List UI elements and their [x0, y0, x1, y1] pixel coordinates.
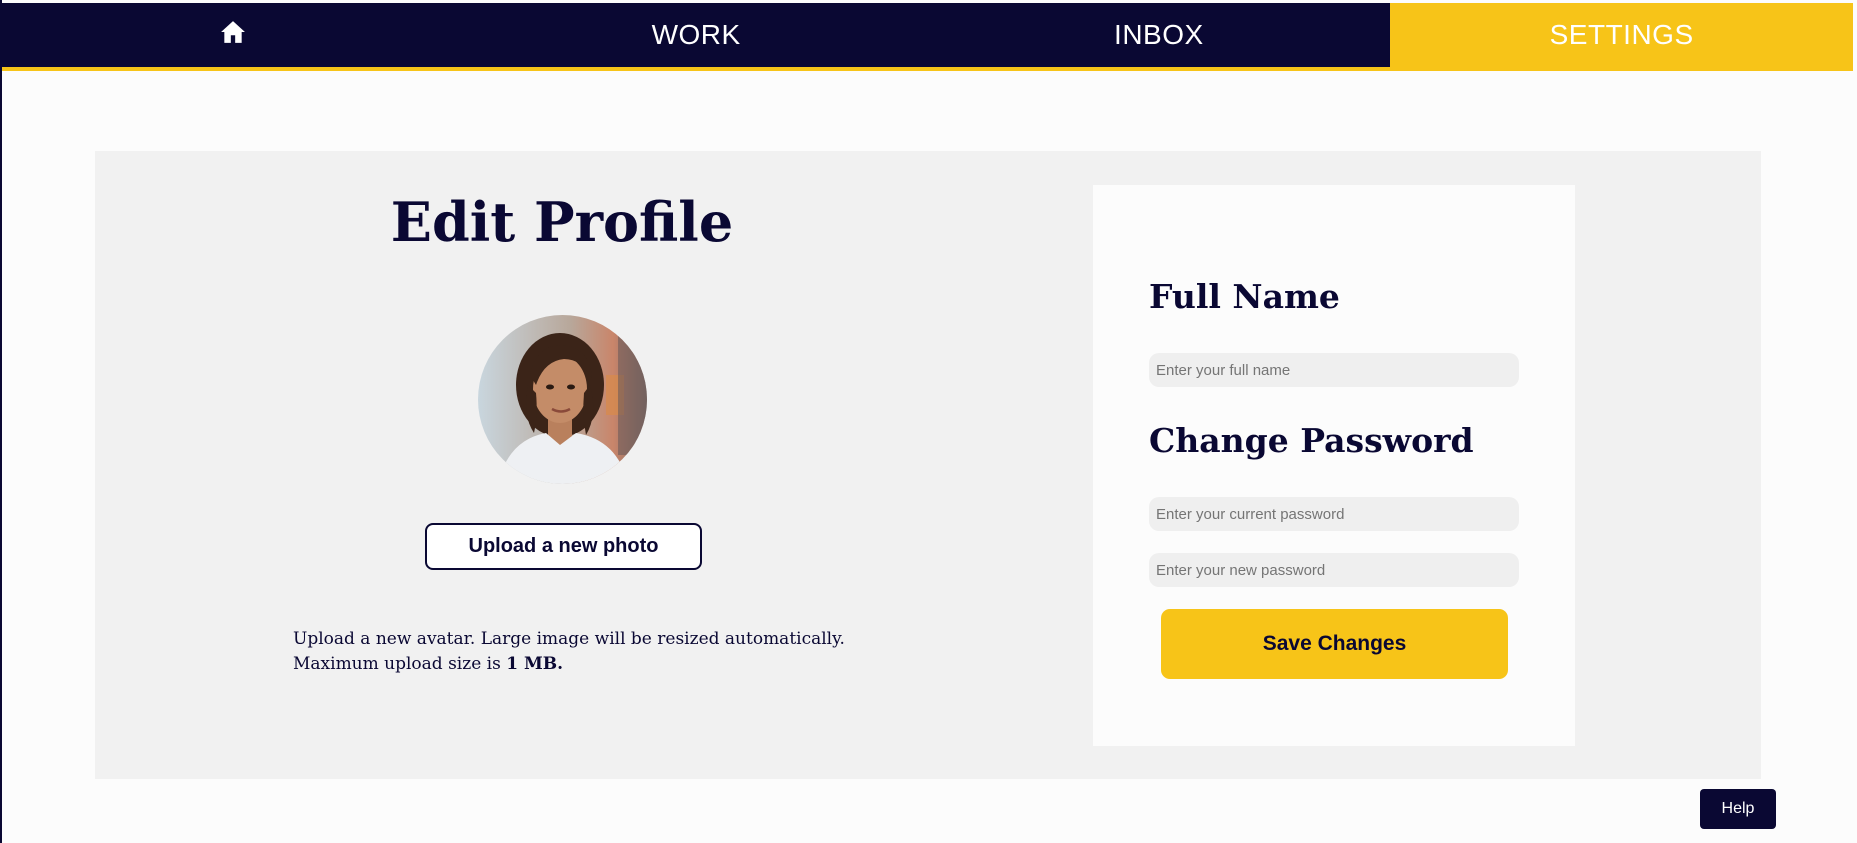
upload-hint: Upload a new avatar. Large image will be… — [293, 627, 913, 677]
page-title: Edit Profile — [390, 190, 734, 254]
nav-home[interactable] — [2, 3, 465, 71]
nav-inbox[interactable]: INBOX — [927, 3, 1391, 71]
full-name-input[interactable] — [1149, 353, 1519, 387]
upload-hint-text: Upload a new avatar. Large image will be… — [293, 629, 845, 649]
home-icon — [220, 19, 246, 52]
nav-settings[interactable]: SETTINGS — [1390, 3, 1853, 71]
change-password-heading: Change Password — [1149, 421, 1474, 460]
upload-size-prefix: Maximum upload size is — [293, 654, 507, 674]
upload-size-value: 1 MB. — [506, 654, 564, 674]
full-name-heading: Full Name — [1149, 277, 1340, 316]
upload-photo-button[interactable]: Upload a new photo — [425, 523, 702, 570]
avatar — [478, 315, 647, 484]
current-password-input[interactable] — [1149, 497, 1519, 531]
new-password-input[interactable] — [1149, 553, 1519, 587]
top-nav: WORK INBOX SETTINGS — [2, 3, 1853, 71]
save-changes-button[interactable]: Save Changes — [1161, 609, 1508, 679]
nav-work[interactable]: WORK — [464, 3, 928, 71]
help-button[interactable]: Help — [1700, 789, 1776, 829]
upload-size-line: Maximum upload size is 1 MB. — [293, 652, 913, 677]
